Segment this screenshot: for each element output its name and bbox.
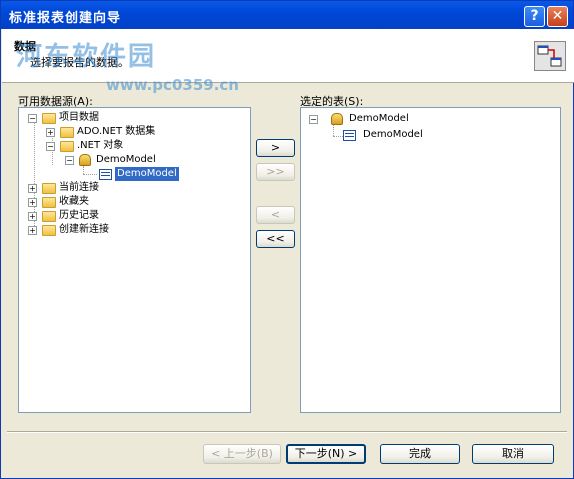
tree-item-label: 项目数据 <box>59 112 99 123</box>
available-sources-tree[interactable]: − 项目数据 + ADO.NET 数据集 − .NET 对象 − DemoMod… <box>18 107 251 413</box>
finish-button[interactable]: 完成 <box>380 444 460 464</box>
wizard-window: 标准报表创建向导 ? ✕ 数据 选择要报告的数据。 河东软件园 www.pc03… <box>0 0 574 479</box>
table-link-icon <box>534 41 566 71</box>
table-icon <box>99 169 112 180</box>
tree-item-label: DemoModel <box>96 154 156 165</box>
collapse-icon[interactable]: − <box>46 142 55 151</box>
cancel-button[interactable]: 取消 <box>472 444 554 464</box>
tree-item-label: DemoModel <box>349 113 409 124</box>
remove-button[interactable]: < <box>256 206 295 224</box>
collapse-icon[interactable]: − <box>28 114 37 123</box>
folder-icon <box>42 113 56 124</box>
expand-icon[interactable]: + <box>28 184 37 193</box>
tree-item-label: .NET 对象 <box>77 140 124 151</box>
close-icon: ✕ <box>551 8 564 24</box>
footer-divider <box>7 431 567 433</box>
folder-icon <box>42 225 56 236</box>
folder-icon <box>42 211 56 222</box>
window-title: 标准报表创建向导 <box>9 11 122 26</box>
title-bar: 标准报表创建向导 ? ✕ <box>1 1 573 29</box>
tree-item-label: 当前连接 <box>59 182 99 193</box>
folder-icon <box>60 127 74 138</box>
table-icon <box>343 130 356 141</box>
selected-tables-tree[interactable]: − DemoModel DemoModel <box>300 107 561 413</box>
add-button[interactable]: > <box>256 139 295 157</box>
folder-icon <box>42 183 56 194</box>
expand-icon[interactable]: + <box>28 226 37 235</box>
tree-item-label: DemoModel <box>363 129 423 140</box>
tree-item-label: 历史记录 <box>59 210 99 221</box>
folder-icon <box>60 141 74 152</box>
watermark-logo: 河东软件园 <box>16 42 157 72</box>
collapse-icon[interactable]: − <box>65 156 74 165</box>
folder-icon <box>42 197 56 208</box>
help-icon: ? <box>530 8 539 24</box>
tree-item-label: DemoModel <box>115 167 179 181</box>
next-button[interactable]: 下一步(N) > <box>286 444 366 464</box>
expand-icon[interactable]: + <box>46 128 55 137</box>
expand-icon[interactable]: + <box>28 212 37 221</box>
database-icon <box>331 113 343 125</box>
remove-all-button[interactable]: << <box>256 230 295 248</box>
tree-item-label: ADO.NET 数据集 <box>77 126 156 137</box>
tree-item-label: 收藏夹 <box>59 196 89 207</box>
add-all-button[interactable]: >> <box>256 163 295 181</box>
close-button[interactable]: ✕ <box>547 6 568 27</box>
collapse-icon[interactable]: − <box>309 115 318 124</box>
database-icon <box>79 154 91 166</box>
back-button[interactable]: < 上一步(B) <box>203 444 281 464</box>
tree-item-label: 创建新连接 <box>59 224 109 235</box>
wizard-header: 数据 选择要报告的数据。 河东软件园 www.pc0359.cn <box>2 29 574 94</box>
help-button[interactable]: ? <box>524 6 545 27</box>
watermark-url: www.pc0359.cn <box>106 76 239 94</box>
expand-icon[interactable]: + <box>28 198 37 207</box>
